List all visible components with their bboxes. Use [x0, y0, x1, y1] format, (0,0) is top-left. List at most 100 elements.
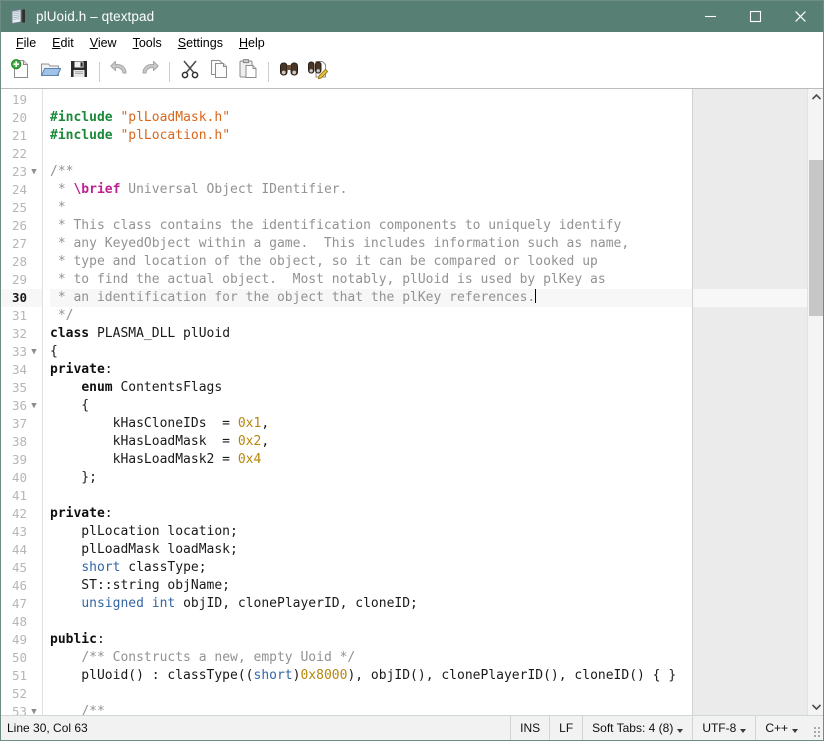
- redo-button[interactable]: [135, 58, 162, 85]
- code-line: /**: [81, 704, 105, 715]
- line-number: 22: [11, 146, 27, 161]
- menu-view[interactable]: View: [82, 34, 125, 52]
- status-bar: Line 30, Col 63 INS LF Soft Tabs: 4 (8) …: [1, 715, 823, 740]
- line-number: 19: [11, 92, 27, 107]
- fold-triangle-icon[interactable]: ▼: [28, 343, 40, 361]
- line-number: 39: [11, 452, 27, 467]
- code-line: * \brief Universal Object IDentifier.: [50, 182, 348, 197]
- cut-button[interactable]: [176, 58, 203, 85]
- code-line: short classType;: [81, 560, 207, 575]
- syntax-label: C++: [765, 721, 788, 735]
- line-number: 41: [11, 488, 27, 503]
- maximize-button[interactable]: [733, 1, 778, 32]
- code-line: #include "plLoadMask.h": [50, 110, 231, 125]
- line-number: 28: [11, 254, 27, 269]
- line-number: 50: [11, 650, 27, 665]
- resize-grip[interactable]: [807, 716, 823, 740]
- undo-arrow-icon: [109, 58, 131, 85]
- menu-edit[interactable]: Edit: [44, 34, 82, 52]
- menu-label-rest: dit: [60, 36, 74, 50]
- toolbar-separator-1: [99, 61, 100, 82]
- copy-pages-icon: [208, 58, 230, 85]
- new-file-button[interactable]: [7, 58, 34, 85]
- code-line: enum ContentsFlags: [81, 380, 223, 395]
- line-number: 40: [11, 470, 27, 485]
- code-text-area[interactable]: #include "plLoadMask.h" #include "plLocat…: [42, 89, 823, 715]
- vertical-scrollbar[interactable]: [807, 89, 823, 715]
- replace-button[interactable]: [304, 58, 331, 85]
- menu-tools[interactable]: Tools: [125, 34, 170, 52]
- syntax-selector[interactable]: C++: [755, 716, 807, 740]
- line-number: 45: [11, 560, 27, 575]
- code-line: {: [50, 398, 90, 413]
- menu-settings[interactable]: Settings: [170, 34, 231, 52]
- line-number: 26: [11, 218, 27, 233]
- line-ending-indicator[interactable]: LF: [549, 716, 582, 740]
- toolbar-separator-3: [268, 61, 269, 82]
- tab-settings-selector[interactable]: Soft Tabs: 4 (8): [582, 716, 692, 740]
- fold-triangle-icon[interactable]: ▼: [28, 397, 40, 415]
- code-line: /**: [50, 164, 74, 179]
- line-number: 27: [11, 236, 27, 251]
- save-floppy-icon: [68, 58, 90, 85]
- gutter-divider: [42, 89, 43, 715]
- menu-bar: File Edit View Tools Settings Help: [1, 32, 823, 55]
- code-line: plUoid() : classType((short)0x8000), obj…: [50, 668, 677, 683]
- line-number: 47: [11, 596, 27, 611]
- code-line: plLocation location;: [50, 524, 238, 539]
- code-line: * any KeyedObject within a game. This in…: [50, 236, 630, 251]
- replace-binoculars-pencil-icon: [307, 58, 329, 85]
- paste-button[interactable]: [234, 58, 261, 85]
- fold-triangle-icon[interactable]: ▼: [28, 163, 40, 181]
- code-line: class PLASMA_DLL plUoid: [50, 326, 231, 341]
- scroll-up-arrow-icon[interactable]: [808, 89, 823, 105]
- insert-mode-indicator[interactable]: INS: [510, 716, 549, 740]
- menu-mnemonic: E: [52, 36, 61, 50]
- line-number: 38: [11, 434, 27, 449]
- scroll-down-arrow-icon[interactable]: [808, 699, 823, 715]
- cut-scissors-icon: [179, 58, 201, 85]
- code-line: unsigned int objID, clonePlayerID, clone…: [81, 596, 418, 611]
- toolbar: [1, 55, 823, 89]
- long-line-marker: [692, 89, 693, 715]
- code-line: kHasCloneIDs = 0x1,: [50, 416, 270, 431]
- title-bar[interactable]: plUoid.h – qtextpad: [1, 1, 823, 32]
- line-number: 34: [11, 362, 27, 377]
- encoding-selector[interactable]: UTF-8: [692, 716, 755, 740]
- line-number: 51: [11, 668, 27, 683]
- undo-button[interactable]: [106, 58, 133, 85]
- line-number: 42: [11, 506, 27, 521]
- line-number: 37: [11, 416, 27, 431]
- code-line: * to find the actual object. Most notabl…: [50, 272, 606, 287]
- minimize-button[interactable]: [688, 1, 733, 32]
- editor-area[interactable]: 19 20 21 22 23 ▼ 24 25 26 27 28 29 30 31 32 33 ▼ 34 35 36 ▼ 3…: [1, 89, 823, 715]
- code-line: plLoadMask loadMask;: [50, 542, 238, 557]
- menu-file[interactable]: File: [8, 34, 44, 52]
- toolbar-separator-2: [169, 61, 170, 82]
- line-number: 33 ▼: [1, 343, 42, 361]
- find-button[interactable]: [275, 58, 302, 85]
- fold-triangle-icon[interactable]: ▼: [28, 703, 40, 715]
- close-button[interactable]: [778, 1, 823, 32]
- code-line: *: [50, 200, 66, 215]
- code-line: };: [50, 470, 97, 485]
- copy-button[interactable]: [205, 58, 232, 85]
- code-line: * This class contains the identification…: [50, 218, 622, 233]
- code-line: * an identification for the object that …: [50, 289, 823, 307]
- code-line: {: [50, 344, 58, 359]
- scrollbar-thumb[interactable]: [809, 160, 823, 316]
- menu-label-rest: ettings: [186, 36, 223, 50]
- open-file-button[interactable]: [36, 58, 63, 85]
- line-number: 20: [11, 110, 27, 125]
- notepad-icon: [10, 8, 28, 26]
- code-line: ST::string objName;: [50, 578, 231, 593]
- save-file-button[interactable]: [65, 58, 92, 85]
- menu-mnemonic: S: [177, 36, 187, 50]
- line-number: 43: [11, 524, 27, 539]
- code-line: /** Constructs a new, empty Uoid */: [81, 650, 356, 665]
- menu-help[interactable]: Help: [231, 34, 273, 52]
- line-number: 48: [11, 614, 27, 629]
